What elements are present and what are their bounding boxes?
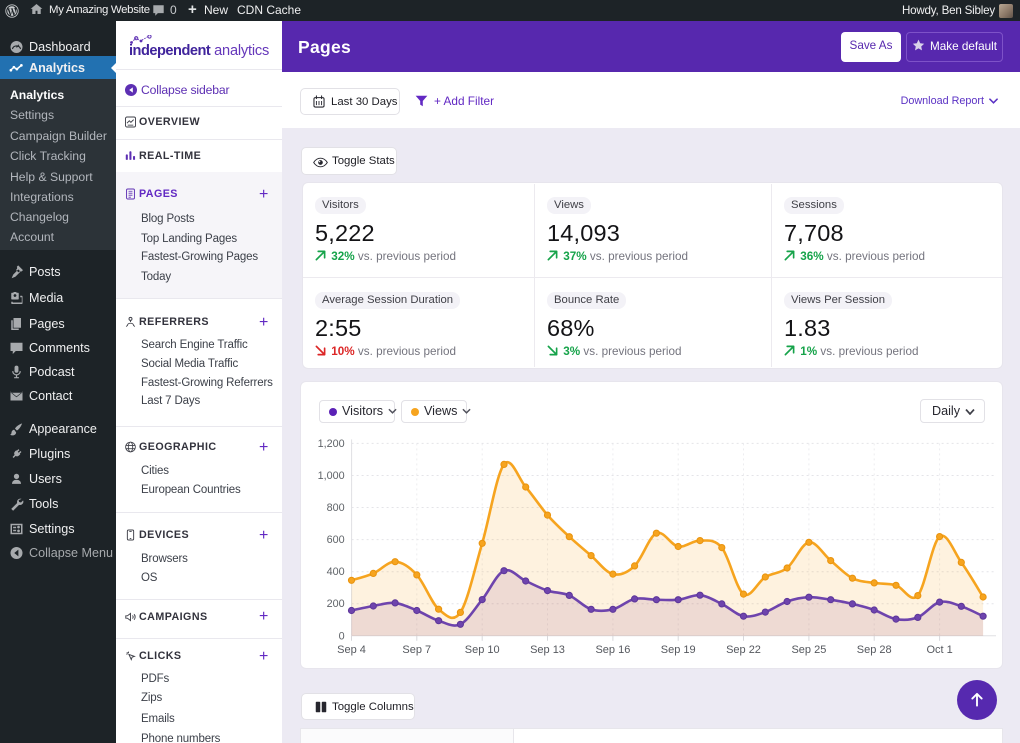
svg-text:200: 200: [327, 598, 345, 610]
svg-text:1,200: 1,200: [318, 438, 345, 450]
svg-text:Sep 22: Sep 22: [726, 644, 761, 656]
svg-text:Sep 19: Sep 19: [661, 644, 696, 656]
svg-text:0: 0: [339, 630, 345, 642]
svg-text:Sep 4: Sep 4: [337, 644, 366, 656]
svg-text:800: 800: [327, 502, 345, 514]
svg-text:400: 400: [327, 566, 345, 578]
svg-text:600: 600: [327, 534, 345, 546]
svg-text:Sep 28: Sep 28: [857, 644, 892, 656]
svg-text:Sep 10: Sep 10: [465, 644, 500, 656]
svg-text:Sep 16: Sep 16: [595, 644, 630, 656]
svg-text:1,000: 1,000: [318, 470, 345, 482]
svg-text:Oct 1: Oct 1: [926, 644, 952, 656]
svg-text:Sep 7: Sep 7: [402, 644, 431, 656]
svg-text:Sep 13: Sep 13: [530, 644, 565, 656]
svg-text:Sep 25: Sep 25: [791, 644, 826, 656]
